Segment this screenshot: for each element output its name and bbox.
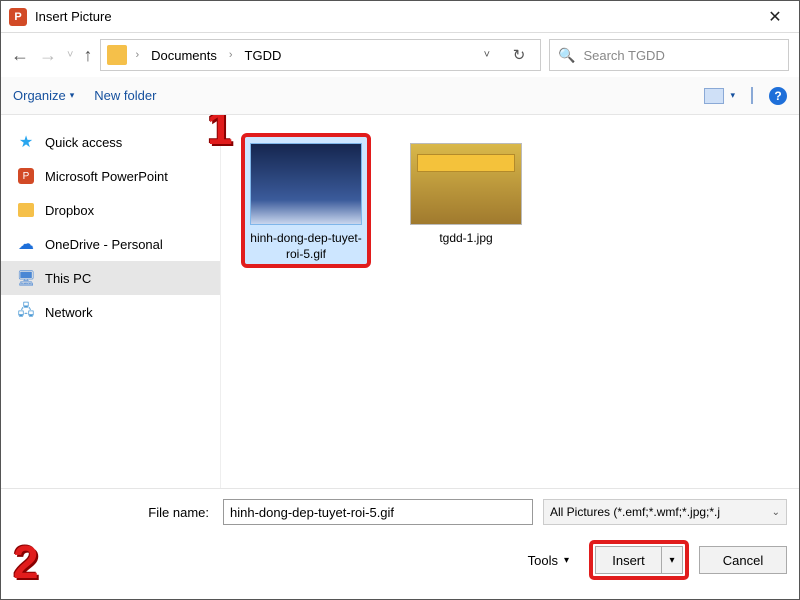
file-thumbnail — [410, 143, 522, 225]
sidebar-item-label: Network — [45, 305, 93, 320]
breadcrumb-tgdd[interactable]: TGDD — [241, 46, 286, 65]
file-label: tgdd-1.jpg — [407, 231, 525, 247]
button-row: 2 Tools ▾ Insert ▾ Cancel — [13, 535, 787, 585]
monitor-icon: 🖥 — [17, 269, 35, 287]
sidebar-item-label: Dropbox — [45, 203, 94, 218]
help-button[interactable]: ? — [769, 87, 787, 105]
file-type-filter[interactable]: All Pictures (*.emf;*.wmf;*.jpg;*.j ⌄ — [543, 499, 787, 525]
file-item-selected[interactable]: hinh-dong-dep-tuyet-roi-5.gif — [241, 133, 371, 268]
tools-menu[interactable]: Tools ▾ — [528, 553, 569, 568]
cancel-button[interactable]: Cancel — [699, 546, 787, 574]
cloud-icon: ☁ — [17, 235, 35, 253]
sidebar-item-network[interactable]: 🖧 Network — [1, 295, 220, 329]
insert-label: Insert — [596, 547, 662, 573]
back-button[interactable]: ← — [11, 46, 29, 64]
sidebar-item-this-pc[interactable]: 🖥 This PC — [1, 261, 220, 295]
search-placeholder: Search TGDD — [583, 48, 664, 63]
toolbar: Organize ▾ New folder ▾ ? — [1, 77, 799, 115]
preview-pane-icon — [751, 87, 753, 104]
search-box[interactable]: 🔍 Search TGDD — [549, 39, 789, 71]
chevron-down-icon: ⌄ — [772, 507, 780, 518]
star-icon: ★ — [17, 133, 35, 151]
sidebar-item-dropbox[interactable]: Dropbox — [1, 193, 220, 227]
insert-button[interactable]: Insert ▾ — [595, 546, 683, 574]
organize-label: Organize — [13, 88, 66, 103]
close-icon: ✕ — [768, 7, 781, 27]
chevron-right-icon: › — [227, 49, 235, 61]
sidebar-item-label: Microsoft PowerPoint — [45, 169, 168, 184]
dialog-footer: File name: All Pictures (*.emf;*.wmf;*.j… — [1, 488, 799, 599]
filename-row: File name: All Pictures (*.emf;*.wmf;*.j… — [13, 499, 787, 525]
close-button[interactable]: ✕ — [755, 3, 795, 31]
file-grid[interactable]: 1 hinh-dong-dep-tuyet-roi-5.gif tgdd-1.j… — [221, 115, 799, 488]
insert-picture-dialog: P Insert Picture ✕ ← → ˅ ↑ › Documents ›… — [0, 0, 800, 600]
title-bar: P Insert Picture ✕ — [1, 1, 799, 33]
chevron-down-icon: ▾ — [70, 90, 75, 101]
sidebar-item-onedrive[interactable]: ☁ OneDrive - Personal — [1, 227, 220, 261]
up-button[interactable]: ↑ — [83, 46, 92, 64]
thumbnails-icon — [704, 88, 724, 104]
sidebar-item-label: Quick access — [45, 135, 122, 150]
chevron-down-icon: ▾ — [564, 555, 569, 566]
insert-dropdown[interactable]: ▾ — [662, 555, 682, 566]
new-folder-button[interactable]: New folder — [94, 88, 156, 103]
forward-button[interactable]: → — [39, 46, 57, 64]
breadcrumb-documents[interactable]: Documents — [147, 46, 221, 65]
sidebar-item-label: This PC — [45, 271, 91, 286]
refresh-button[interactable]: ↻ — [504, 46, 534, 64]
file-thumbnail — [250, 143, 362, 225]
callout-2: 2 — [13, 535, 39, 589]
folder-icon — [107, 45, 127, 65]
sidebar: ★ Quick access P Microsoft PowerPoint Dr… — [1, 115, 221, 488]
sidebar-item-label: OneDrive - Personal — [45, 237, 163, 252]
insert-highlight: Insert ▾ — [589, 540, 689, 580]
file-label: hinh-dong-dep-tuyet-roi-5.gif — [247, 231, 365, 262]
address-dropdown[interactable]: ˅ — [484, 49, 490, 61]
filter-text: All Pictures (*.emf;*.wmf;*.jpg;*.j — [550, 505, 720, 519]
address-bar[interactable]: › Documents › TGDD ˅ ↻ — [100, 39, 541, 71]
search-icon: 🔍 — [558, 47, 575, 64]
cancel-label: Cancel — [723, 553, 763, 568]
filename-input[interactable] — [223, 499, 533, 525]
folder-icon — [18, 203, 34, 217]
view-mode-button[interactable]: ▾ — [704, 88, 735, 104]
nav-row: ← → ˅ ↑ › Documents › TGDD ˅ ↻ 🔍 Search … — [1, 33, 799, 77]
chevron-down-icon: ▾ — [730, 90, 735, 101]
sidebar-item-powerpoint[interactable]: P Microsoft PowerPoint — [1, 159, 220, 193]
dialog-body: ★ Quick access P Microsoft PowerPoint Dr… — [1, 115, 799, 488]
callout-1: 1 — [207, 115, 233, 155]
network-icon: 🖧 — [17, 303, 35, 321]
new-folder-label: New folder — [94, 88, 156, 103]
recent-locations-dropdown[interactable]: ˅ — [67, 50, 73, 61]
filename-label: File name: — [13, 505, 213, 520]
organize-menu[interactable]: Organize ▾ — [13, 88, 74, 103]
window-title: Insert Picture — [35, 9, 112, 24]
sidebar-item-quick-access[interactable]: ★ Quick access — [1, 125, 220, 159]
tools-label: Tools — [528, 553, 558, 568]
file-item[interactable]: tgdd-1.jpg — [401, 133, 531, 253]
powerpoint-icon: P — [18, 168, 34, 184]
powerpoint-app-icon: P — [9, 8, 27, 26]
nav-arrows: ← → ˅ ↑ — [11, 46, 92, 64]
chevron-right-icon: › — [133, 49, 141, 61]
preview-pane-button[interactable] — [751, 88, 753, 103]
